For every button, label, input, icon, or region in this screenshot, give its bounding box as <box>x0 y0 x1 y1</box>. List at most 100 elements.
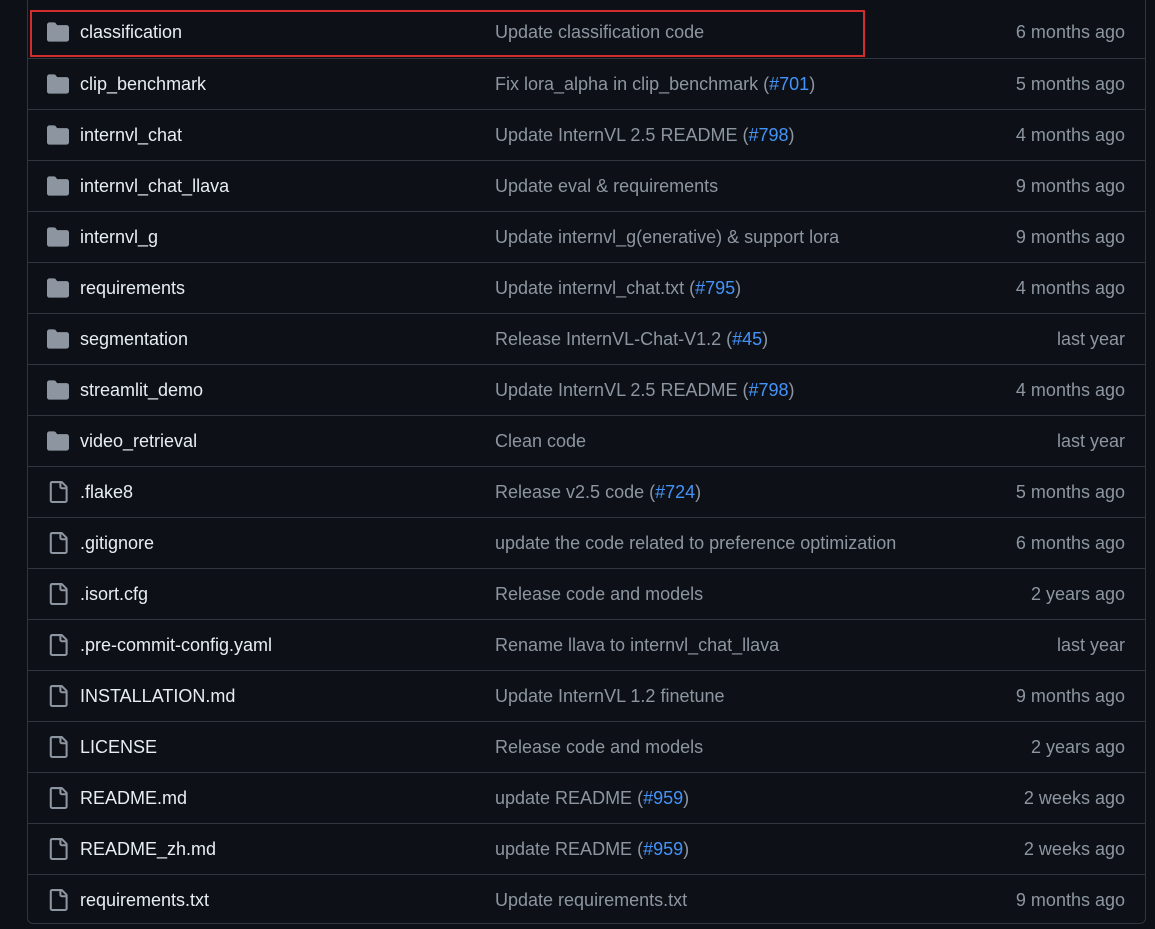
closing-paren: ) <box>788 125 795 145</box>
commit-message-text[interactable]: Update internvl_chat.txt ( <box>495 278 695 298</box>
file-icon <box>47 634 69 656</box>
commit-message-text[interactable]: Update InternVL 1.2 finetune <box>495 686 725 706</box>
file-icon <box>47 532 69 554</box>
file-name-link[interactable]: README_zh.md <box>80 824 216 874</box>
file-row[interactable]: README.md update README (#959) 2 weeks ago <box>28 772 1145 823</box>
file-row[interactable]: LICENSE Release code and models 2 years ag… <box>28 721 1145 772</box>
commit-date: 9 months ago <box>1015 176 1125 196</box>
file-row[interactable]: .flake8 Release v2.5 code (#724) 5 months … <box>28 466 1145 517</box>
commit-message-text[interactable]: update README ( <box>495 839 643 859</box>
file-name-link[interactable]: internvl_chat <box>80 110 182 160</box>
file-row[interactable]: clip_benchmark Fix lora_alpha in clip_ben… <box>28 58 1145 109</box>
commit-message-text[interactable]: Release code and models <box>495 737 703 757</box>
commit-message-text[interactable]: Fix lora_alpha in clip_benchmark ( <box>495 74 769 94</box>
file-name-link[interactable]: .isort.cfg <box>80 569 148 619</box>
folder-icon <box>47 277 69 299</box>
pull-request-link[interactable]: #798 <box>748 380 788 400</box>
commit-message-link[interactable]: Update classification code <box>495 7 704 57</box>
pull-request-link[interactable]: #724 <box>655 482 695 502</box>
file-name-link[interactable]: .gitignore <box>80 518 154 568</box>
folder-icon <box>47 175 69 197</box>
file-row[interactable]: streamlit_demo Update InternVL 2.5 README… <box>28 364 1145 415</box>
file-name-link[interactable]: video_retrieval <box>80 416 197 466</box>
pull-request-link[interactable]: #959 <box>643 788 683 808</box>
closing-paren: ) <box>683 788 690 808</box>
commit-message-text[interactable]: Update eval & requirements <box>495 176 718 196</box>
commit-message-text[interactable]: update the code related to preference op… <box>495 533 896 553</box>
file-name-link[interactable]: LICENSE <box>80 722 157 772</box>
file-row[interactable]: internvl_chat_llava Update eval & require… <box>28 160 1145 211</box>
commit-date: 6 months ago <box>1015 533 1125 553</box>
pull-request-link[interactable]: #701 <box>769 74 809 94</box>
file-name-link[interactable]: segmentation <box>80 314 188 364</box>
file-name-link[interactable]: classification <box>80 7 182 57</box>
pull-request-link[interactable]: #795 <box>695 278 735 298</box>
commit-message-link[interactable]: Update requirements.txt <box>495 875 687 923</box>
file-name-link[interactable]: .flake8 <box>80 467 133 517</box>
file-row[interactable]: .isort.cfg Release code and models 2 years… <box>28 568 1145 619</box>
commit-message-text[interactable]: Update InternVL 2.5 README ( <box>495 380 748 400</box>
file-row[interactable]: requirements Update internvl_chat.txt (#7… <box>28 262 1145 313</box>
commit-message-link[interactable]: Release code and models <box>495 569 703 619</box>
commit-message-text[interactable]: Update internvl_g(enerative) & support l… <box>495 227 839 247</box>
file-row[interactable]: INSTALLATION.md Update InternVL 1.2 finet… <box>28 670 1145 721</box>
commit-message-link[interactable]: update README (#959) <box>495 773 689 823</box>
commit-message-link[interactable]: Update internvl_g(enerative) & support l… <box>495 212 839 262</box>
file-row[interactable]: internvl_chat Update InternVL 2.5 README … <box>28 109 1145 160</box>
file-row[interactable]: .pre-commit-config.yaml Rename llava to i… <box>28 619 1145 670</box>
commit-message-link[interactable]: Update InternVL 1.2 finetune <box>495 671 725 721</box>
commit-message-link[interactable]: Update eval & requirements <box>495 161 718 211</box>
commit-message-link[interactable]: Update InternVL 2.5 README (#798) <box>495 110 795 160</box>
file-name-link[interactable]: clip_benchmark <box>80 59 206 109</box>
file-name-link[interactable]: INSTALLATION.md <box>80 671 235 721</box>
file-row[interactable]: requirements.txt Update requirements.txt 9… <box>28 874 1145 923</box>
file-name-link[interactable]: streamlit_demo <box>80 365 203 415</box>
commit-date: 4 months ago <box>1015 278 1125 298</box>
commit-message-link[interactable]: Release v2.5 code (#724) <box>495 467 701 517</box>
commit-message-text[interactable]: Update classification code <box>495 22 704 42</box>
file-name-link[interactable]: internvl_g <box>80 212 158 262</box>
folder-icon <box>47 21 69 43</box>
commit-message-link[interactable]: update README (#959) <box>495 824 689 874</box>
file-name-link[interactable]: requirements <box>80 263 185 313</box>
commit-message-text[interactable]: Update InternVL 2.5 README ( <box>495 125 748 145</box>
file-row[interactable]: .gitignore update the code related to pre… <box>28 517 1145 568</box>
folder-icon <box>47 73 69 95</box>
commit-message-text[interactable]: Rename llava to internvl_chat_llava <box>495 635 779 655</box>
commit-date: 2 years ago <box>1030 737 1125 757</box>
file-name-link[interactable]: requirements.txt <box>80 875 209 923</box>
closing-paren: ) <box>683 839 690 859</box>
file-list: classification Update classification code… <box>27 0 1146 924</box>
folder-icon <box>47 430 69 452</box>
commit-message-text[interactable]: Release v2.5 code ( <box>495 482 655 502</box>
commit-message-text[interactable]: Clean code <box>495 431 586 451</box>
commit-message-link[interactable]: Clean code <box>495 416 586 466</box>
file-row[interactable]: README_zh.md update README (#959) 2 weeks … <box>28 823 1145 874</box>
commit-message-link[interactable]: Release InternVL-Chat-V1.2 (#45) <box>495 314 768 364</box>
file-row[interactable]: video_retrieval Clean code last year <box>28 415 1145 466</box>
file-icon <box>47 583 69 605</box>
file-icon <box>47 685 69 707</box>
closing-paren: ) <box>788 380 795 400</box>
file-name-link[interactable]: README.md <box>80 773 187 823</box>
commit-message-link[interactable]: Fix lora_alpha in clip_benchmark (#701) <box>495 59 815 109</box>
commit-message-link[interactable]: Update InternVL 2.5 README (#798) <box>495 365 795 415</box>
file-row[interactable]: internvl_g Update internvl_g(enerative) &… <box>28 211 1145 262</box>
commit-message-link[interactable]: Rename llava to internvl_chat_llava <box>495 620 779 670</box>
closing-paren: ) <box>762 329 769 349</box>
file-name-link[interactable]: internvl_chat_llava <box>80 161 229 211</box>
pull-request-link[interactable]: #798 <box>748 125 788 145</box>
file-row[interactable]: segmentation Release InternVL-Chat-V1.2 (… <box>28 313 1145 364</box>
commit-message-link[interactable]: update the code related to preference op… <box>495 518 896 568</box>
pull-request-link[interactable]: #45 <box>732 329 762 349</box>
closing-paren: ) <box>735 278 742 298</box>
commit-message-text[interactable]: Release code and models <box>495 584 703 604</box>
commit-message-link[interactable]: Release code and models <box>495 722 703 772</box>
commit-message-text[interactable]: update README ( <box>495 788 643 808</box>
pull-request-link[interactable]: #959 <box>643 839 683 859</box>
commit-message-text[interactable]: Release InternVL-Chat-V1.2 ( <box>495 329 732 349</box>
file-row[interactable]: classification Update classification code… <box>28 7 1145 58</box>
commit-message-link[interactable]: Update internvl_chat.txt (#795) <box>495 263 741 313</box>
commit-message-text[interactable]: Update requirements.txt <box>495 890 687 910</box>
file-name-link[interactable]: .pre-commit-config.yaml <box>80 620 272 670</box>
